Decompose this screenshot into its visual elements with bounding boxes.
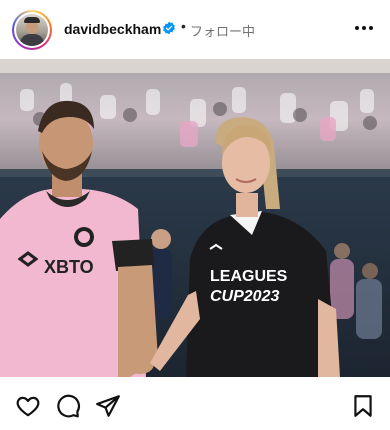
more-options-icon[interactable] <box>350 16 378 40</box>
photo-illustration: XBTO LEAGUES CUP2023 <box>0 59 390 377</box>
jersey-sponsor-text: XBTO <box>44 257 94 277</box>
jersey-cup-text: CUP2023 <box>210 288 279 305</box>
verified-badge-icon <box>163 21 175 35</box>
story-ring[interactable] <box>12 10 52 50</box>
avatar[interactable] <box>16 14 48 46</box>
post-header: davidbeckham • フォロー中 <box>0 0 390 58</box>
post-actions-bar <box>0 380 390 430</box>
heart-icon[interactable] <box>15 393 41 419</box>
share-icon[interactable] <box>95 393 121 419</box>
post-photo[interactable]: XBTO LEAGUES CUP2023 <box>0 59 390 377</box>
comment-icon[interactable] <box>55 393 81 419</box>
jersey-leagues-text: LEAGUES <box>210 268 288 285</box>
username-link[interactable]: davidbeckham <box>64 21 161 37</box>
bookmark-icon[interactable] <box>350 393 376 419</box>
follow-status[interactable]: フォロー中 <box>190 21 255 40</box>
separator-dot: • <box>181 18 186 34</box>
